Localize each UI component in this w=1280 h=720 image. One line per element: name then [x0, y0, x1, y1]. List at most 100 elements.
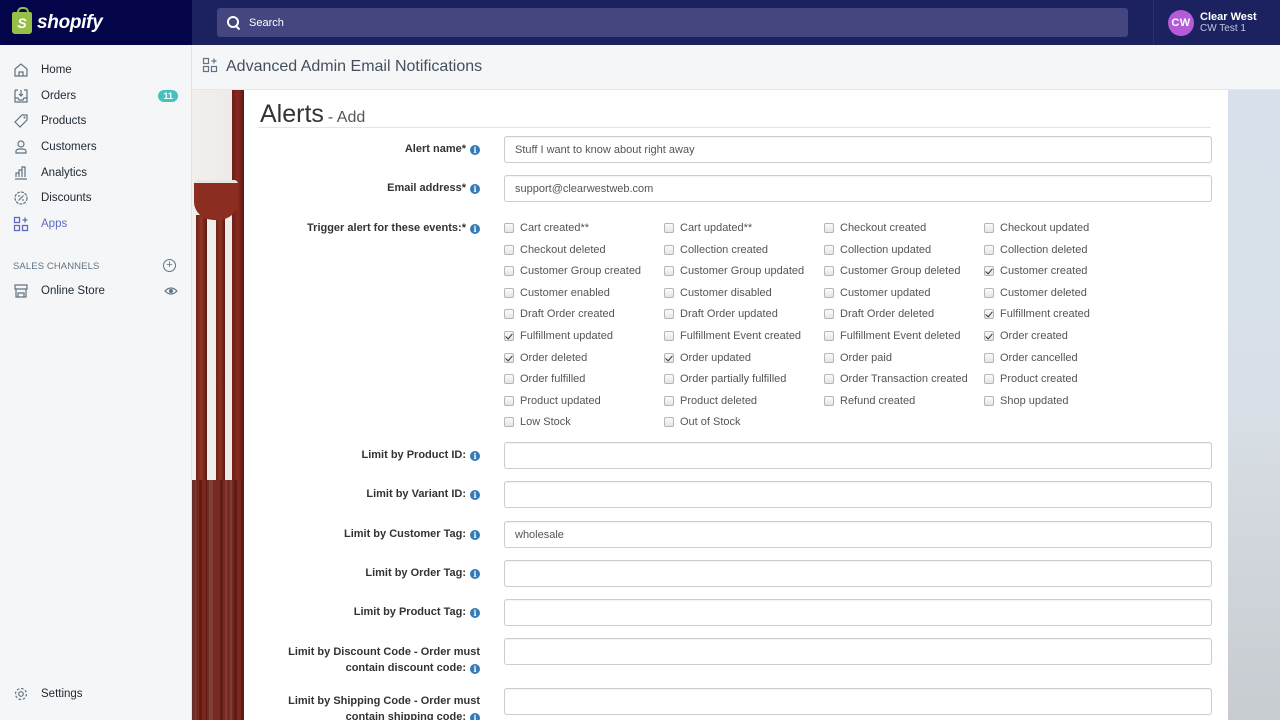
- info-icon[interactable]: i: [470, 224, 480, 234]
- event-checkbox[interactable]: [664, 223, 674, 233]
- event-checkbox[interactable]: [984, 331, 994, 341]
- event-checkbox-item[interactable]: Refund created: [824, 393, 915, 409]
- variant-id-input[interactable]: [504, 481, 1212, 508]
- event-checkbox[interactable]: [664, 309, 674, 319]
- event-checkbox[interactable]: [504, 331, 514, 341]
- event-checkbox[interactable]: [824, 245, 834, 255]
- event-checkbox-item[interactable]: Low Stock: [504, 414, 571, 430]
- event-checkbox-item[interactable]: Collection deleted: [984, 242, 1087, 258]
- event-checkbox[interactable]: [504, 396, 514, 406]
- view-store-eye-icon[interactable]: [164, 284, 178, 303]
- event-checkbox-item[interactable]: Order cancelled: [984, 350, 1078, 366]
- event-checkbox[interactable]: [504, 245, 514, 255]
- event-checkbox-item[interactable]: Customer updated: [824, 285, 931, 301]
- event-checkbox[interactable]: [664, 288, 674, 298]
- event-checkbox-item[interactable]: Order partially fulfilled: [664, 371, 786, 387]
- event-checkbox[interactable]: [824, 374, 834, 384]
- event-checkbox[interactable]: [984, 396, 994, 406]
- event-checkbox-item[interactable]: Order updated: [664, 350, 751, 366]
- event-checkbox[interactable]: [984, 288, 994, 298]
- info-icon[interactable]: i: [470, 530, 480, 540]
- event-checkbox-item[interactable]: Collection created: [664, 242, 768, 258]
- event-checkbox[interactable]: [504, 309, 514, 319]
- customer-tag-input[interactable]: [504, 521, 1212, 548]
- event-checkbox[interactable]: [664, 245, 674, 255]
- event-checkbox-item[interactable]: Fulfillment updated: [504, 328, 613, 344]
- event-checkbox-item[interactable]: Fulfillment created: [984, 306, 1090, 322]
- sidebar-item-analytics[interactable]: Analytics: [0, 161, 192, 185]
- event-checkbox-item[interactable]: Draft Order updated: [664, 306, 778, 322]
- email-input[interactable]: [504, 175, 1212, 202]
- event-checkbox-item[interactable]: Customer disabled: [664, 285, 772, 301]
- shopify-logo[interactable]: S shopify: [0, 0, 192, 45]
- event-checkbox[interactable]: [984, 353, 994, 363]
- event-checkbox[interactable]: [824, 266, 834, 276]
- event-checkbox-item[interactable]: Shop updated: [984, 393, 1069, 409]
- event-checkbox[interactable]: [664, 266, 674, 276]
- user-menu[interactable]: CW Clear West CW Test 1: [1153, 0, 1280, 45]
- info-icon[interactable]: i: [470, 145, 480, 155]
- sidebar-item-customers[interactable]: Customers: [0, 135, 192, 159]
- event-checkbox-item[interactable]: Customer Group updated: [664, 263, 804, 279]
- event-checkbox[interactable]: [984, 266, 994, 276]
- event-checkbox-item[interactable]: Order Transaction created: [824, 371, 968, 387]
- info-icon[interactable]: i: [470, 664, 480, 674]
- sidebar-item-products[interactable]: Products: [0, 109, 192, 133]
- sidebar-item-online-store[interactable]: Online Store: [0, 279, 192, 303]
- event-checkbox[interactable]: [824, 331, 834, 341]
- event-checkbox-item[interactable]: Product deleted: [664, 393, 757, 409]
- info-icon[interactable]: i: [470, 451, 480, 461]
- event-checkbox[interactable]: [504, 417, 514, 427]
- event-checkbox[interactable]: [664, 396, 674, 406]
- sidebar-item-home[interactable]: Home: [0, 58, 192, 82]
- event-checkbox-item[interactable]: Product created: [984, 371, 1078, 387]
- event-checkbox-item[interactable]: Fulfillment Event deleted: [824, 328, 960, 344]
- discount-code-input[interactable]: [504, 638, 1212, 665]
- event-checkbox[interactable]: [984, 374, 994, 384]
- event-checkbox[interactable]: [664, 331, 674, 341]
- search-input[interactable]: Search: [217, 8, 1128, 37]
- event-checkbox-item[interactable]: Product updated: [504, 393, 601, 409]
- event-checkbox[interactable]: [824, 309, 834, 319]
- event-checkbox[interactable]: [824, 353, 834, 363]
- sidebar-item-settings[interactable]: Settings: [0, 682, 192, 706]
- add-sales-channel-button[interactable]: +: [163, 259, 176, 272]
- info-icon[interactable]: i: [470, 608, 480, 618]
- product-tag-input[interactable]: [504, 599, 1212, 626]
- event-checkbox-item[interactable]: Collection updated: [824, 242, 931, 258]
- sidebar-item-apps[interactable]: Apps: [0, 212, 192, 236]
- event-checkbox-item[interactable]: Order deleted: [504, 350, 587, 366]
- event-checkbox-item[interactable]: Checkout created: [824, 220, 926, 236]
- event-checkbox-item[interactable]: Draft Order deleted: [824, 306, 934, 322]
- event-checkbox-item[interactable]: Customer Group deleted: [824, 263, 960, 279]
- event-checkbox-item[interactable]: Checkout deleted: [504, 242, 606, 258]
- event-checkbox-item[interactable]: Customer created: [984, 263, 1087, 279]
- event-checkbox-item[interactable]: Fulfillment Event created: [664, 328, 801, 344]
- event-checkbox-item[interactable]: Order created: [984, 328, 1068, 344]
- event-checkbox-item[interactable]: Draft Order created: [504, 306, 615, 322]
- info-icon[interactable]: i: [470, 184, 480, 194]
- event-checkbox[interactable]: [824, 223, 834, 233]
- event-checkbox-item[interactable]: Checkout updated: [984, 220, 1089, 236]
- event-checkbox[interactable]: [504, 288, 514, 298]
- event-checkbox[interactable]: [824, 396, 834, 406]
- event-checkbox[interactable]: [824, 288, 834, 298]
- event-checkbox-item[interactable]: Order fulfilled: [504, 371, 585, 387]
- event-checkbox[interactable]: [984, 245, 994, 255]
- event-checkbox[interactable]: [504, 353, 514, 363]
- event-checkbox-item[interactable]: Customer Group created: [504, 263, 641, 279]
- sidebar-item-orders[interactable]: Orders 11: [0, 84, 192, 108]
- shipping-code-input[interactable]: [504, 688, 1212, 715]
- event-checkbox[interactable]: [984, 309, 994, 319]
- alert-name-input[interactable]: [504, 136, 1212, 163]
- product-id-input[interactable]: [504, 442, 1212, 469]
- order-tag-input[interactable]: [504, 560, 1212, 587]
- event-checkbox[interactable]: [504, 223, 514, 233]
- event-checkbox-item[interactable]: Cart updated**: [664, 220, 752, 236]
- event-checkbox[interactable]: [664, 417, 674, 427]
- event-checkbox-item[interactable]: Order paid: [824, 350, 892, 366]
- event-checkbox-item[interactable]: Out of Stock: [664, 414, 741, 430]
- event-checkbox[interactable]: [664, 353, 674, 363]
- info-icon[interactable]: i: [470, 569, 480, 579]
- event-checkbox[interactable]: [504, 374, 514, 384]
